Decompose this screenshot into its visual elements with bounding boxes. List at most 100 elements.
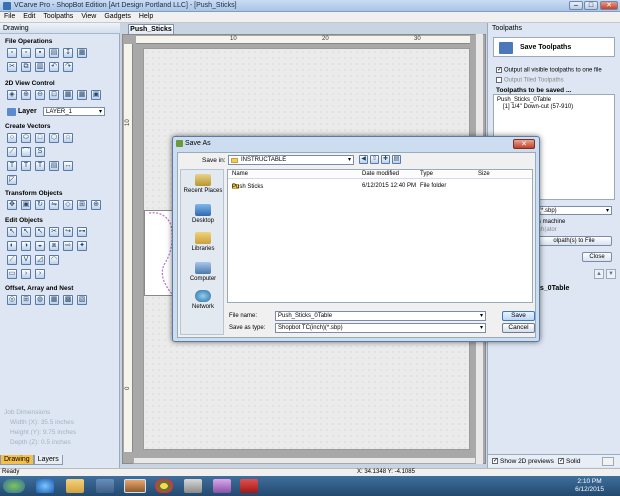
file-name-input[interactable]: Push_Sticks_0Table ▾ (275, 311, 486, 321)
group-icon[interactable]: ⧈ (49, 241, 59, 251)
column-size[interactable]: Size (478, 171, 490, 177)
draw-arc-icon[interactable]: ⌒ (21, 147, 31, 157)
join-icon[interactable]: ⊶ (77, 227, 87, 237)
output-tiled-checkbox[interactable]: Output Tiled Toolpaths (496, 77, 564, 84)
media-player-icon[interactable] (96, 479, 114, 493)
column-date-modified[interactable]: Date modified (362, 171, 399, 177)
vcarve-pro-icon[interactable] (124, 479, 146, 493)
set-size-icon[interactable]: ▣ (21, 200, 31, 210)
intersect-icon[interactable]: ◒ (35, 241, 45, 251)
adjust-text-icon[interactable]: ▤ (49, 161, 59, 171)
zoom-in-icon[interactable]: ⊕ (21, 90, 31, 100)
draw-line-icon[interactable]: ⟋ (7, 147, 17, 157)
solid-checkbox[interactable]: ✓ Solid (558, 458, 580, 465)
dimension-icon[interactable]: ↔ (63, 161, 73, 171)
nest-settings-icon[interactable]: ▧ (77, 295, 87, 305)
table-row[interactable]: Push Sticks 6/12/2015 12:40 PM File fold… (228, 182, 532, 191)
document-tab[interactable]: Push_Sticks (128, 24, 174, 34)
close-button[interactable]: ✕ (600, 1, 618, 10)
new-file-icon[interactable]: ▫ (7, 48, 17, 58)
tab-drawing[interactable]: Drawing (0, 455, 34, 465)
minimize-button[interactable]: – (569, 1, 583, 10)
node-edit-icon[interactable]: ↖ (21, 227, 31, 237)
place-computer[interactable]: Computer (181, 262, 225, 282)
arrow-down-icon[interactable]: ▼ (606, 269, 616, 279)
back-icon[interactable]: ◀ (359, 155, 368, 164)
subtract-icon[interactable]: ◑ (21, 241, 31, 251)
start-button[interactable] (3, 479, 25, 493)
save-as-type-select[interactable]: Shopbot TC(inch)(*.sbp) ▾ (275, 323, 486, 333)
draw-ellipse-icon[interactable]: ⬭ (21, 133, 31, 143)
internet-explorer-icon[interactable] (36, 479, 54, 493)
view-material-icon[interactable]: ▦ (63, 90, 73, 100)
column-name[interactable]: Name (232, 171, 248, 177)
tab-layers[interactable]: Layers (33, 455, 63, 465)
new-folder-icon[interactable]: ✚ (381, 155, 390, 164)
draw-rectangle-icon[interactable]: □ (35, 133, 45, 143)
rect-select-icon[interactable]: ▭ (7, 269, 17, 279)
save-button[interactable]: Save (502, 311, 535, 321)
fillet-icon[interactable]: ◸ (7, 175, 17, 185)
new-job-icon[interactable]: ▫ (21, 48, 31, 58)
job-setup-icon[interactable]: ▦ (77, 48, 87, 58)
output-one-file-checkbox[interactable]: ✓ Output all visible toolpaths to one fil… (496, 67, 602, 74)
view-menu-icon[interactable]: ▤ (392, 155, 401, 164)
app-icon-gray[interactable] (184, 479, 202, 493)
ungroup-icon[interactable]: ⇨ (63, 241, 73, 251)
menu-view[interactable]: View (77, 12, 100, 21)
up-folder-icon[interactable]: ⇧ (370, 155, 379, 164)
system-clock[interactable]: 2:10 PM 6/12/2015 (575, 478, 604, 494)
dialog-close-button[interactable]: ✕ (513, 139, 535, 149)
show-2d-previews-checkbox[interactable]: ✓ Show 2D previews (492, 458, 554, 465)
menu-edit[interactable]: Edit (19, 12, 39, 21)
layer-select[interactable]: LAYER_1 ▾ (43, 107, 105, 116)
place-libraries[interactable]: Libraries (181, 232, 225, 252)
menu-help[interactable]: Help (135, 12, 157, 21)
file-explorer-icon[interactable] (66, 479, 84, 493)
offset-vector-icon[interactable]: ⟋ (7, 255, 17, 265)
smooth-icon[interactable]: V (21, 255, 31, 265)
app-icon-purple[interactable] (213, 479, 231, 493)
view-grid-icon[interactable]: ▦ (77, 90, 87, 100)
smash-icon[interactable]: ✦ (77, 241, 87, 251)
file-list[interactable]: Name Date modified Type Size Push Sticks… (227, 169, 533, 303)
text-on-curve-icon[interactable]: T (35, 161, 45, 171)
center-icon[interactable]: ⊕ (91, 200, 101, 210)
place-network[interactable]: Network (181, 290, 225, 310)
offset-icon[interactable]: ◎ (7, 295, 17, 305)
zoom-out-icon[interactable]: ⊖ (35, 90, 45, 100)
draw-curve-icon[interactable]: S (35, 147, 45, 157)
extend-icon[interactable]: ↪ (63, 227, 73, 237)
undo-icon[interactable]: ↶ (49, 62, 59, 72)
import-icon[interactable]: ↧ (63, 48, 73, 58)
distort-icon[interactable]: ◇ (63, 200, 73, 210)
menu-gadgets[interactable]: Gadgets (100, 12, 134, 21)
close-toolpaths-button[interactable]: Close (582, 252, 612, 262)
toolpath-list-item[interactable]: Push_Sticks_0Table (497, 97, 611, 104)
curve-fit-icon[interactable]: ◠ (49, 255, 59, 265)
arrow-up-icon[interactable]: ▲ (594, 269, 604, 279)
drawing-panel-tab[interactable]: Drawing (0, 23, 120, 34)
toolpath-list-subitem[interactable]: [1] 1/4" Down-cut (57-910) (497, 104, 611, 111)
draw-text-icon[interactable]: T (7, 161, 17, 171)
draw-circle-icon[interactable]: ○ (7, 133, 17, 143)
place-recent[interactable]: Recent Places (181, 174, 225, 194)
canvas-horizontal-scrollbar[interactable] (133, 457, 476, 464)
chevron-right-alt-icon[interactable]: › (35, 269, 45, 279)
interactive-select-icon[interactable]: ↖ (35, 227, 45, 237)
select-icon[interactable]: ↖ (7, 227, 17, 237)
weld-icon[interactable]: ◐ (7, 241, 17, 251)
draw-star-icon[interactable]: ☆ (63, 133, 73, 143)
nest-icon[interactable]: ▩ (63, 295, 73, 305)
zoom-extents-icon[interactable]: ◈ (7, 90, 17, 100)
menu-toolpaths[interactable]: Toolpaths (39, 12, 77, 21)
open-folder-icon[interactable]: ▤ (49, 48, 59, 58)
column-type[interactable]: Type (420, 171, 433, 177)
view-3d-icon[interactable]: ▣ (91, 90, 101, 100)
circular-array-icon[interactable]: ◍ (35, 295, 45, 305)
preview-options-icon[interactable] (602, 457, 614, 466)
post-processor-select[interactable]: (*.sbp) ▾ (536, 206, 612, 215)
save-icon[interactable]: ▪ (35, 48, 45, 58)
redo-icon[interactable]: ↷ (63, 62, 73, 72)
save-in-select[interactable]: INSTRUCTABLE ▾ (228, 155, 354, 165)
